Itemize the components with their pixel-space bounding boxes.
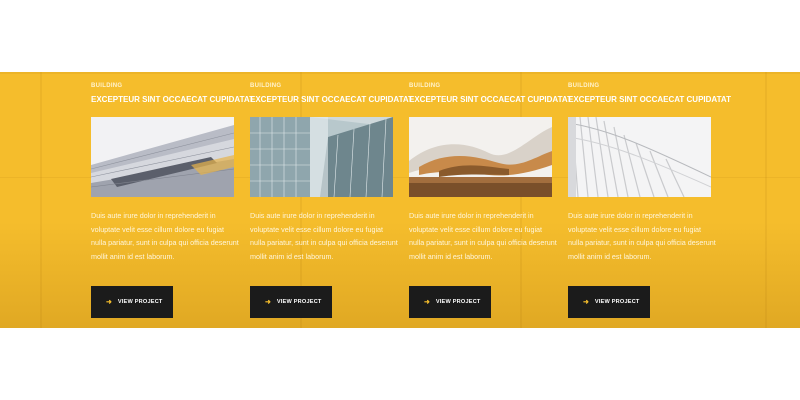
view-project-label: VIEW PROJECT [117, 299, 163, 305]
view-project-button[interactable]: ➜ VIEW PROJECT [409, 286, 491, 318]
arrow-right-icon: ➜ [424, 299, 430, 306]
project-image[interactable] [409, 117, 552, 197]
project-card: BUILDING EXCEPTEUR SINT OCCAECAT CUPIDAT… [409, 72, 572, 328]
project-card: BUILDING EXCEPTEUR SINT OCCAECAT CUPIDAT… [568, 72, 731, 328]
project-image[interactable] [250, 117, 393, 197]
project-description: Duis aute irure dolor in reprehenderit i… [568, 211, 716, 262]
project-category: BUILDING [568, 83, 600, 89]
arrow-right-icon: ➜ [583, 299, 589, 306]
view-project-button[interactable]: ➜ VIEW PROJECT [250, 286, 332, 318]
arrow-right-icon: ➜ [265, 299, 271, 306]
projects-section: BUILDING EXCEPTEUR SINT OCCAECAT CUPIDAT… [0, 72, 800, 328]
project-category: BUILDING [409, 83, 441, 89]
project-description: Duis aute irure dolor in reprehenderit i… [250, 211, 398, 262]
project-image[interactable] [568, 117, 711, 197]
project-category: BUILDING [250, 83, 282, 89]
project-title[interactable]: EXCEPTEUR SINT OCCAECAT CUPIDATAT [91, 95, 254, 104]
project-description: Duis aute irure dolor in reprehenderit i… [91, 211, 239, 262]
project-category: BUILDING [91, 83, 123, 89]
project-image[interactable] [91, 117, 234, 197]
project-title[interactable]: EXCEPTEUR SINT OCCAECAT CUPIDATAT [409, 95, 572, 104]
project-card: BUILDING EXCEPTEUR SINT OCCAECAT CUPIDAT… [91, 72, 254, 328]
project-card: BUILDING EXCEPTEUR SINT OCCAECAT CUPIDAT… [250, 72, 413, 328]
project-title[interactable]: EXCEPTEUR SINT OCCAECAT CUPIDATAT [568, 95, 731, 104]
view-project-button[interactable]: ➜ VIEW PROJECT [568, 286, 650, 318]
view-project-label: VIEW PROJECT [594, 299, 640, 305]
view-project-label: VIEW PROJECT [435, 299, 481, 305]
project-description: Duis aute irure dolor in reprehenderit i… [409, 211, 557, 262]
project-title[interactable]: EXCEPTEUR SINT OCCAECAT CUPIDATAT [250, 95, 413, 104]
arrow-right-icon: ➜ [106, 299, 112, 306]
view-project-label: VIEW PROJECT [276, 299, 322, 305]
view-project-button[interactable]: ➜ VIEW PROJECT [91, 286, 173, 318]
